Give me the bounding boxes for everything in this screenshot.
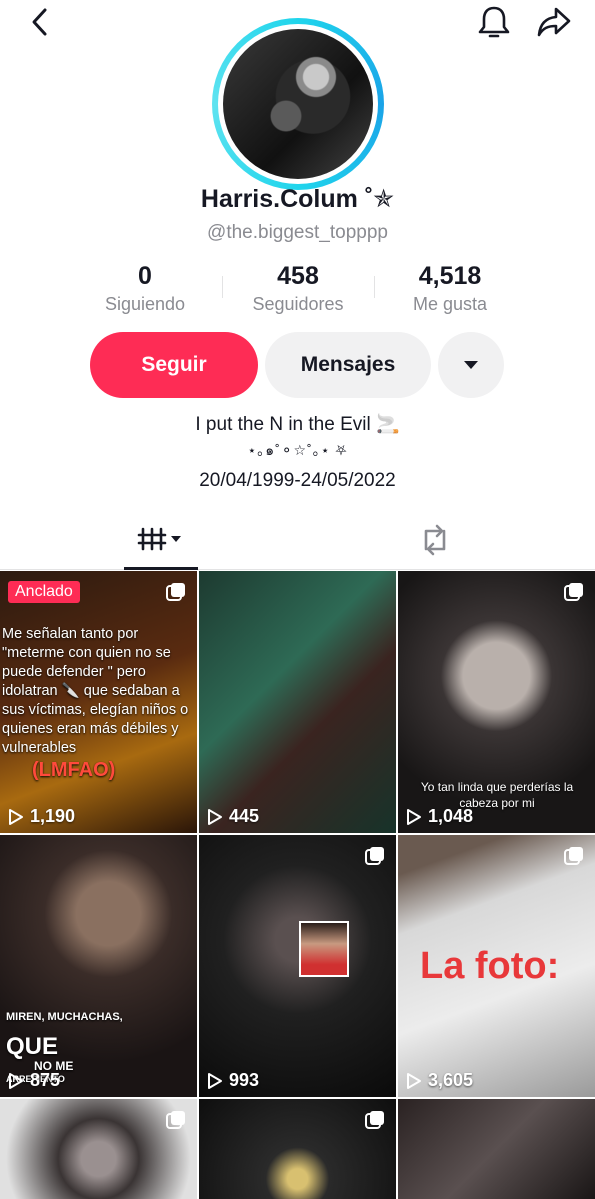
video-caption-big: QUE — [6, 1033, 59, 1060]
stat-following[interactable]: 0 Siguiendo — [70, 262, 220, 315]
multi-clip-icon — [564, 847, 583, 865]
following-count: 0 — [138, 262, 152, 290]
avatar — [223, 29, 373, 179]
grid-icon — [137, 527, 181, 550]
video-thumbnail[interactable] — [398, 1099, 595, 1199]
pinned-badge: Anclado — [8, 581, 80, 603]
tab-reposts[interactable] — [400, 510, 470, 570]
bio-line-1: I put the N in the Evil 🚬 — [195, 414, 400, 435]
more-options-button[interactable] — [438, 332, 504, 398]
notifications-button[interactable] — [474, 2, 514, 42]
bio-line-3: 20/04/1999-24/05/2022 — [199, 470, 396, 491]
chevron-left-icon — [32, 8, 47, 36]
view-count: 1,048 — [406, 806, 473, 827]
view-count: 993 — [207, 1070, 259, 1091]
follow-button[interactable]: Seguir — [90, 332, 258, 398]
video-thumbnail[interactable]: La foto: 3,605 — [398, 835, 595, 1097]
video-overlay-highlight: (LMFAO) — [32, 759, 116, 781]
view-count-value: 3,605 — [428, 1070, 474, 1090]
share-button[interactable] — [534, 2, 574, 42]
play-icon — [407, 1072, 421, 1089]
view-count: 445 — [207, 806, 259, 827]
play-icon — [9, 1072, 23, 1089]
bell-icon — [478, 6, 510, 38]
avatar-ring[interactable] — [212, 18, 384, 190]
video-thumbnail[interactable]: MIREN, MUCHACHAS, QUE NO ME ARREPIENTO 8… — [0, 835, 197, 1097]
video-thumbnail[interactable]: 445 — [199, 571, 396, 833]
play-icon — [9, 808, 23, 825]
followers-label: Seguidores — [252, 294, 344, 314]
multi-clip-icon — [564, 583, 583, 601]
view-count-value: 1,048 — [428, 806, 474, 826]
play-icon — [208, 808, 222, 825]
share-arrow-icon — [537, 7, 571, 37]
play-icon — [407, 808, 421, 825]
stat-likes[interactable]: 4,518 Me gusta — [375, 262, 525, 315]
view-count: 1,190 — [8, 806, 75, 827]
view-count: 875 — [8, 1070, 60, 1091]
content-tabs — [0, 510, 595, 570]
display-name: Harris.Colum ˚✯ — [200, 185, 395, 213]
video-caption-top: MIREN, MUCHACHAS, — [6, 1011, 123, 1023]
video-thumbnail[interactable]: 993 — [199, 835, 396, 1097]
bio-line-2: ⋆｡๑˚⚬☆˚｡⋆ ⛧ — [247, 442, 348, 458]
view-count: 3,605 — [406, 1070, 473, 1091]
caret-down-icon — [464, 361, 478, 369]
video-thumbnail[interactable] — [199, 1099, 396, 1199]
profile-stats: 0 Siguiendo 458 Seguidores 4,518 Me gust… — [0, 262, 595, 318]
multi-clip-icon — [365, 847, 384, 865]
repost-icon — [424, 524, 446, 556]
multi-clip-icon — [166, 583, 185, 601]
following-label: Siguiendo — [104, 294, 186, 314]
view-count-value: 445 — [229, 806, 260, 826]
multi-clip-icon — [166, 1111, 185, 1129]
video-caption: La foto: — [420, 945, 560, 987]
likes-label: Me gusta — [412, 294, 488, 314]
stat-followers[interactable]: 458 Seguidores — [223, 262, 373, 315]
view-count-value: 993 — [229, 1070, 260, 1090]
video-thumbnail[interactable] — [0, 1099, 197, 1199]
tab-videos[interactable] — [124, 510, 198, 570]
view-count-value: 875 — [30, 1070, 61, 1090]
followers-count: 458 — [277, 262, 319, 290]
view-count-value: 1,190 — [30, 806, 76, 826]
username-handle: @the.biggest_topppp — [207, 222, 388, 243]
play-icon — [208, 1072, 222, 1089]
likes-count: 4,518 — [418, 262, 482, 290]
video-overlay-text: Me señalan tanto por "meterme con quien … — [2, 626, 189, 756]
video-thumbnail[interactable]: Anclado Me señalan tanto por "meterme co… — [0, 571, 197, 833]
video-thumbnail[interactable]: Yo tan linda que perderías la cabeza por… — [398, 571, 595, 833]
message-button[interactable]: Mensajes — [265, 332, 431, 398]
back-button[interactable] — [22, 4, 58, 40]
sticker-image — [299, 921, 349, 977]
multi-clip-icon — [365, 1111, 384, 1129]
